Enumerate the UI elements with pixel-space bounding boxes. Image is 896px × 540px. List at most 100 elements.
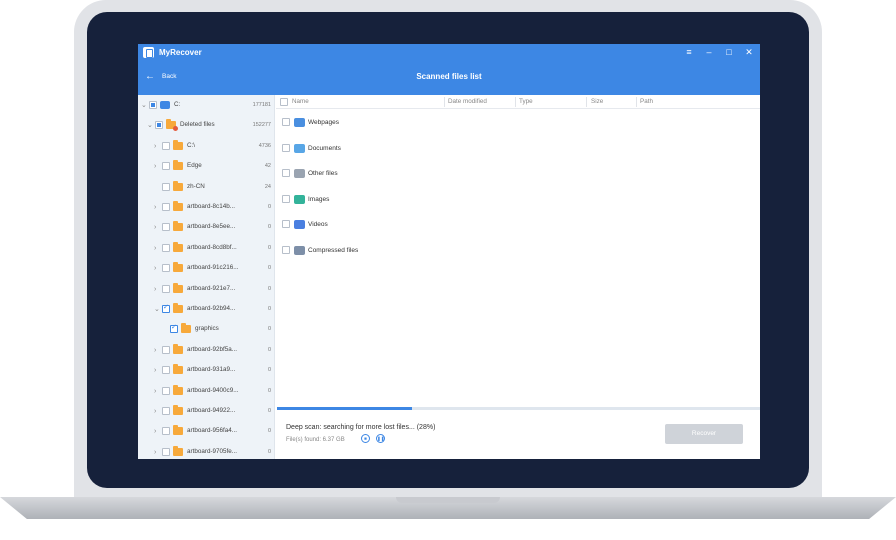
tree-item[interactable]: › artboard-921e7... 0	[138, 280, 274, 300]
tree-item-checkbox[interactable]	[162, 264, 170, 273]
file-type-checkbox[interactable]	[282, 169, 290, 177]
tree-item-checkbox[interactable]	[162, 162, 170, 171]
tree-item-checkbox[interactable]	[162, 243, 170, 252]
column-date-modified[interactable]: Date modified	[448, 97, 487, 107]
chevron-right-icon[interactable]: ›	[154, 244, 156, 254]
tree-item[interactable]: ⌄ C: 177181	[138, 96, 274, 116]
folder-icon	[173, 405, 183, 415]
file-type-checkbox[interactable]	[282, 194, 290, 203]
file-type-label: Images	[308, 195, 330, 203]
tree-item-checkbox[interactable]	[162, 223, 170, 232]
chevron-right-icon[interactable]: ›	[154, 203, 156, 213]
tree-item-checkbox[interactable]	[162, 141, 170, 150]
tree-item-label: Deleted files	[180, 121, 215, 129]
file-type-row[interactable]: Compressed files	[276, 241, 576, 261]
chevron-right-icon[interactable]: ›	[154, 366, 156, 376]
file-type-row[interactable]: Other files	[276, 164, 576, 184]
stop-icon[interactable]: ■	[361, 434, 370, 443]
tree-item-checkbox[interactable]	[162, 303, 170, 313]
chevron-down-icon[interactable]: ⌄	[154, 305, 160, 315]
chevron-right-icon[interactable]: ›	[154, 223, 156, 233]
tree-item[interactable]: ⌄ artboard-92b94... 0	[138, 300, 274, 320]
file-type-row[interactable]: Documents	[276, 139, 576, 159]
tree-item[interactable]: › artboard-9400c9... 0	[138, 382, 274, 402]
tree-item-label: artboard-8c14b...	[187, 203, 235, 210]
tree-item[interactable]: › artboard-956fa4... 0	[138, 422, 274, 442]
tree-item[interactable]: › C:\ 4736	[138, 137, 274, 157]
minimize-icon[interactable]: –	[703, 46, 715, 58]
tree-item[interactable]: ⌄ Deleted files 152277	[138, 116, 274, 136]
column-size[interactable]: Size	[591, 97, 603, 107]
scan-status-text: Deep scan: searching for more lost files…	[286, 424, 436, 431]
chevron-down-icon[interactable]: ⌄	[141, 101, 147, 111]
tree-item-checkbox[interactable]	[162, 366, 170, 375]
file-type-checkbox[interactable]	[282, 118, 290, 126]
file-type-checkbox[interactable]	[282, 245, 290, 254]
column-type[interactable]: Type	[519, 97, 533, 107]
close-icon[interactable]: ✕	[743, 46, 755, 58]
tree-item-checkbox[interactable]	[162, 407, 170, 415]
tree-item-checkbox[interactable]	[162, 447, 170, 456]
column-divider[interactable]	[636, 97, 637, 107]
folder-icon	[173, 282, 183, 293]
column-divider[interactable]	[586, 97, 587, 107]
chevron-right-icon[interactable]: ›	[154, 427, 156, 437]
tree-item-checkbox[interactable]	[162, 345, 170, 354]
chevron-right-icon[interactable]: ›	[154, 387, 156, 397]
tree-item-count: 0	[267, 367, 271, 374]
tree-item-checkbox[interactable]	[162, 182, 170, 191]
tree-item[interactable]: › artboard-9705fe... 0	[138, 443, 274, 459]
tree-item[interactable]: › Edge 42	[138, 157, 274, 177]
file-type-row[interactable]: Images	[276, 190, 576, 210]
tree-item-checkbox[interactable]	[162, 284, 170, 293]
app-logo-icon	[143, 47, 154, 58]
pause-icon[interactable]: ❚❚	[376, 434, 385, 443]
column-name[interactable]: Name	[292, 97, 309, 107]
tree-item[interactable]: › artboard-931a9... 0	[138, 361, 274, 381]
tree-item-count: 0	[267, 448, 271, 455]
chevron-right-icon[interactable]: ›	[154, 346, 156, 356]
other-files-icon	[294, 169, 305, 178]
tree-item-count: 0	[267, 346, 271, 353]
tree-item-label: graphics	[195, 325, 219, 333]
tree-item-checkbox[interactable]	[162, 203, 170, 211]
tree-item[interactable]: zh-CN 24	[138, 178, 274, 198]
tree-item-count: 152277	[252, 122, 271, 129]
app-name: MyRecover	[159, 48, 202, 57]
tree-item-count: 0	[267, 326, 271, 333]
file-type-row[interactable]: Webpages	[276, 113, 576, 133]
column-divider[interactable]	[444, 97, 445, 107]
column-path[interactable]: Path	[640, 97, 653, 107]
maximize-icon[interactable]: □	[723, 46, 735, 58]
column-divider[interactable]	[515, 97, 516, 107]
tree-item-checkbox[interactable]	[170, 323, 178, 334]
tree-item[interactable]: › artboard-94922... 0	[138, 402, 274, 422]
tree-item[interactable]: › artboard-92bf5a... 0	[138, 341, 274, 361]
file-type-checkbox[interactable]	[282, 143, 290, 152]
hamburger-menu-icon[interactable]: ≡	[683, 46, 695, 58]
scan-progress-fill	[277, 407, 413, 410]
tree-item[interactable]: › artboard-91c216... 0	[138, 259, 274, 279]
file-type-row[interactable]: Videos	[276, 215, 576, 235]
tree-item-checkbox[interactable]	[155, 121, 163, 130]
chevron-right-icon[interactable]: ›	[154, 264, 156, 274]
tree-item-checkbox[interactable]	[149, 101, 157, 109]
chevron-right-icon[interactable]: ›	[154, 448, 156, 458]
select-all-checkbox[interactable]	[280, 98, 288, 106]
video-icon	[294, 220, 305, 229]
tree-item-checkbox[interactable]	[162, 427, 170, 436]
chevron-right-icon[interactable]: ›	[154, 142, 156, 152]
chevron-right-icon[interactable]: ›	[154, 162, 156, 172]
tree-item[interactable]: › artboard-8c14b... 0	[138, 198, 274, 218]
folder-icon	[173, 241, 183, 252]
tree-item-checkbox[interactable]	[162, 386, 170, 395]
chevron-right-icon[interactable]: ›	[154, 285, 156, 295]
recover-button[interactable]: Recover	[665, 424, 743, 444]
tree-item[interactable]: › artboard-8cd8bf... 0	[138, 239, 274, 259]
chevron-right-icon[interactable]: ›	[154, 407, 156, 417]
tree-item-count: 0	[267, 387, 271, 394]
tree-item[interactable]: › artboard-8e5ee... 0	[138, 218, 274, 238]
tree-item[interactable]: graphics 0	[138, 320, 274, 340]
chevron-down-icon[interactable]: ⌄	[147, 121, 153, 131]
file-type-checkbox[interactable]	[282, 220, 290, 228]
